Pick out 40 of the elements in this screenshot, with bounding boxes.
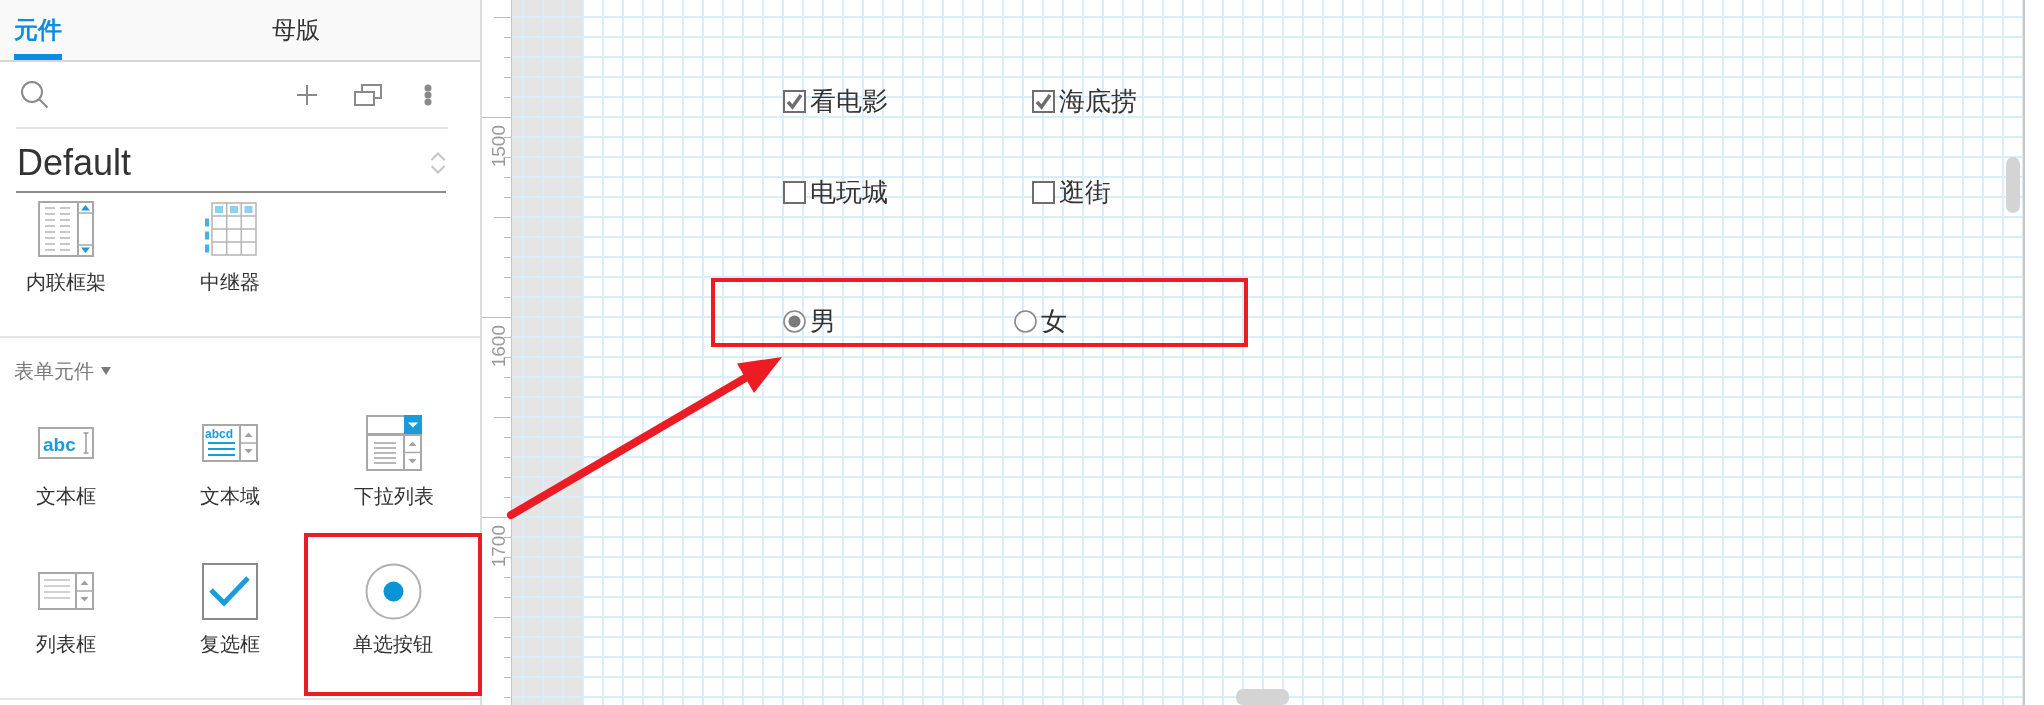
palette-item[interactable]: 复选框 (164, 538, 296, 686)
list-box-icon (38, 572, 94, 610)
checkbox[interactable] (1032, 180, 1055, 204)
dropdown-list-icon (366, 415, 422, 471)
checkbox-icon (202, 562, 258, 620)
search-icon[interactable] (20, 80, 49, 109)
checkbox[interactable] (1032, 89, 1055, 113)
checkbox[interactable] (783, 89, 806, 113)
ruler-label: 1600 (488, 325, 509, 368)
up-down-chevron-icon (430, 150, 446, 176)
scrollbar-thumb[interactable] (1236, 689, 1289, 705)
icon-text: abcd (205, 426, 233, 441)
palette-item[interactable]: 单选按钮 (304, 533, 482, 696)
radio-label: 女 (1040, 308, 1067, 334)
ruler-label: 1700 (488, 525, 509, 568)
palette-item[interactable]: abc 文本框 (0, 390, 132, 538)
checkbox[interactable] (783, 180, 806, 204)
palette-item[interactable]: 内联框架 (0, 193, 132, 336)
palette-item[interactable]: abcd 文本域 (164, 390, 296, 538)
radio-button-icon (364, 562, 422, 620)
plus-icon[interactable] (297, 84, 317, 105)
stacked-windows-icon[interactable] (354, 83, 382, 106)
palette-item[interactable]: 列表框 (0, 538, 132, 686)
scrollable-frame-icon (38, 201, 94, 257)
table-grid-icon (203, 202, 257, 256)
section-toggle[interactable]: 表单元件 (0, 338, 111, 390)
more-options-icon[interactable] (424, 83, 432, 106)
checkbox-label: 电玩城 (810, 179, 888, 205)
checkbox-label: 逛街 (1059, 179, 1111, 205)
icon-text: abc (43, 434, 76, 455)
scrollbar-thumb[interactable] (2006, 157, 2020, 213)
checkbox-label: 看电影 (810, 88, 888, 114)
checkbox-label: 海底捞 (1059, 88, 1137, 114)
palette-item[interactable]: 中继器 (164, 193, 296, 336)
radio-label: 男 (810, 308, 836, 334)
library-dropdown[interactable]: Default (16, 129, 446, 193)
ruler-label: 1500 (488, 125, 509, 168)
radio-button[interactable] (1013, 309, 1037, 333)
tab[interactable]: 母版 (272, 0, 320, 60)
radio-button[interactable] (783, 309, 806, 333)
